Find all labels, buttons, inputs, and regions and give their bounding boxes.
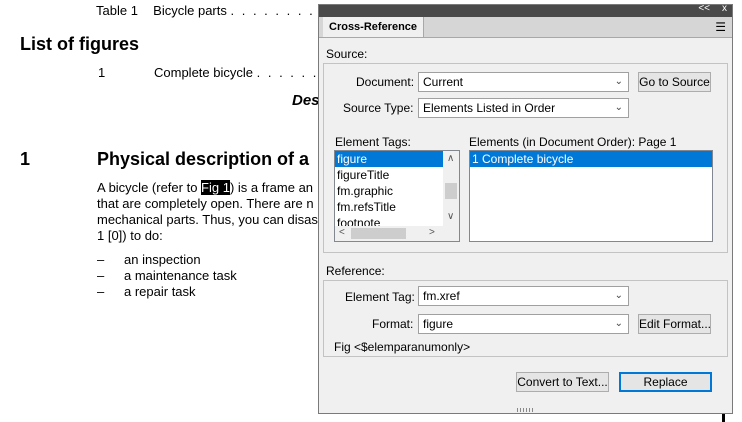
table-entry[interactable]: Table 1 Bicycle parts . . . . . . . . . … bbox=[96, 3, 337, 19]
bullet-text: a maintenance task bbox=[124, 268, 237, 283]
format-preview: Fig <$elemparanumonly> bbox=[334, 340, 471, 354]
figure-entry-number: 1 bbox=[98, 65, 106, 80]
bullet-text: an inspection bbox=[124, 252, 201, 267]
list-item[interactable]: fm.refsTitle bbox=[335, 199, 459, 215]
paragraph-line: 1 [0]) to do: bbox=[97, 228, 163, 243]
scroll-up-icon[interactable]: ∧ bbox=[447, 153, 454, 164]
leader-dots: . . . . . . bbox=[256, 65, 319, 80]
scroll-right-icon[interactable]: > bbox=[429, 227, 435, 238]
source-label: Source: bbox=[326, 47, 368, 61]
edit-format-button[interactable]: Edit Format... bbox=[638, 314, 711, 334]
bullet-dash: – bbox=[97, 268, 105, 283]
bullet-dash: – bbox=[97, 284, 105, 299]
scroll-thumb[interactable] bbox=[445, 183, 457, 199]
paragraph-text: A bicycle (refer to bbox=[97, 180, 202, 195]
figure-entry[interactable]: Complete bicycle . . . . . . bbox=[154, 65, 318, 81]
panel-top-bar: << x bbox=[319, 3, 732, 17]
collapse-panel-icon[interactable]: << bbox=[698, 3, 710, 14]
scroll-down-icon[interactable]: ∨ bbox=[447, 211, 454, 222]
centered-title-fragment: Des bbox=[292, 92, 320, 109]
elements-label: Elements (in Document Order): Page 1 bbox=[469, 135, 677, 149]
table-title: Bicycle parts bbox=[153, 3, 227, 18]
format-value: figure bbox=[423, 317, 454, 331]
list-of-figures-heading: List of figures bbox=[20, 34, 140, 54]
go-to-source-button[interactable]: Go to Source bbox=[638, 72, 711, 92]
document-value: Current bbox=[423, 75, 464, 89]
section-number: 1 bbox=[20, 149, 31, 169]
list-item[interactable]: 1 Complete bicycle bbox=[470, 151, 712, 167]
resize-grip[interactable] bbox=[517, 408, 535, 412]
xref-highlight[interactable]: Fig 1 bbox=[201, 180, 230, 195]
scroll-left-icon[interactable]: < bbox=[339, 227, 345, 238]
chevron-down-icon: ⌄ bbox=[614, 318, 623, 329]
bullet-text: a repair task bbox=[124, 284, 196, 299]
source-type-value: Elements Listed in Order bbox=[423, 101, 556, 115]
section-title: Physical description of a bbox=[97, 149, 310, 169]
format-select[interactable]: figure ⌄ bbox=[418, 314, 629, 334]
replace-button[interactable]: Replace bbox=[619, 372, 712, 392]
list-item[interactable]: figureTitle bbox=[335, 167, 459, 183]
convert-to-text-button[interactable]: Convert to Text... bbox=[516, 372, 609, 392]
table-number: Table 1 bbox=[96, 3, 138, 18]
chevron-down-icon: ⌄ bbox=[614, 102, 623, 113]
bullet-dash: – bbox=[97, 252, 105, 267]
tab-bar: Cross-Reference ☰ bbox=[319, 17, 732, 38]
source-type-label: Source Type: bbox=[343, 101, 414, 115]
element-tag-select[interactable]: fm.xref ⌄ bbox=[418, 286, 629, 306]
element-tag-label: Element Tag: bbox=[345, 290, 415, 304]
paragraph-line: A bicycle (refer to Fig 1) is a frame an bbox=[97, 180, 313, 196]
hamburger-menu-icon[interactable]: ☰ bbox=[715, 20, 726, 34]
document-label: Document: bbox=[356, 75, 415, 89]
elements-list[interactable]: 1 Complete bicycle bbox=[469, 150, 713, 242]
vertical-scrollbar[interactable]: ∧ ∨ bbox=[443, 151, 459, 226]
list-item[interactable]: figure bbox=[335, 151, 459, 167]
paragraph-line: that are completely open. There are n bbox=[97, 196, 314, 211]
paragraph-text: ) is a frame an bbox=[229, 180, 314, 195]
figure-entry-title: Complete bicycle bbox=[154, 65, 253, 80]
element-tag-value: fm.xref bbox=[423, 289, 460, 303]
chevron-down-icon: ⌄ bbox=[614, 76, 623, 87]
chevron-down-icon: ⌄ bbox=[614, 290, 623, 301]
element-tags-label: Element Tags: bbox=[335, 135, 411, 149]
document-select[interactable]: Current ⌄ bbox=[418, 72, 629, 92]
close-icon[interactable]: x bbox=[722, 3, 727, 14]
horizontal-scrollbar[interactable]: < > bbox=[335, 226, 459, 241]
scroll-thumb[interactable] bbox=[351, 228, 406, 239]
reference-label: Reference: bbox=[326, 264, 385, 278]
paragraph-line: mechanical parts. Thus, you can disas bbox=[97, 212, 318, 227]
cross-reference-dialog: << x Cross-Reference ☰ Source: Document:… bbox=[318, 3, 733, 414]
tab-cross-reference[interactable]: Cross-Reference bbox=[323, 17, 425, 37]
element-tags-list[interactable]: figure figureTitle fm.graphic fm.refsTit… bbox=[334, 150, 460, 242]
list-item[interactable]: fm.graphic bbox=[335, 183, 459, 199]
format-label: Format: bbox=[372, 317, 414, 331]
source-type-select[interactable]: Elements Listed in Order ⌄ bbox=[418, 98, 629, 118]
